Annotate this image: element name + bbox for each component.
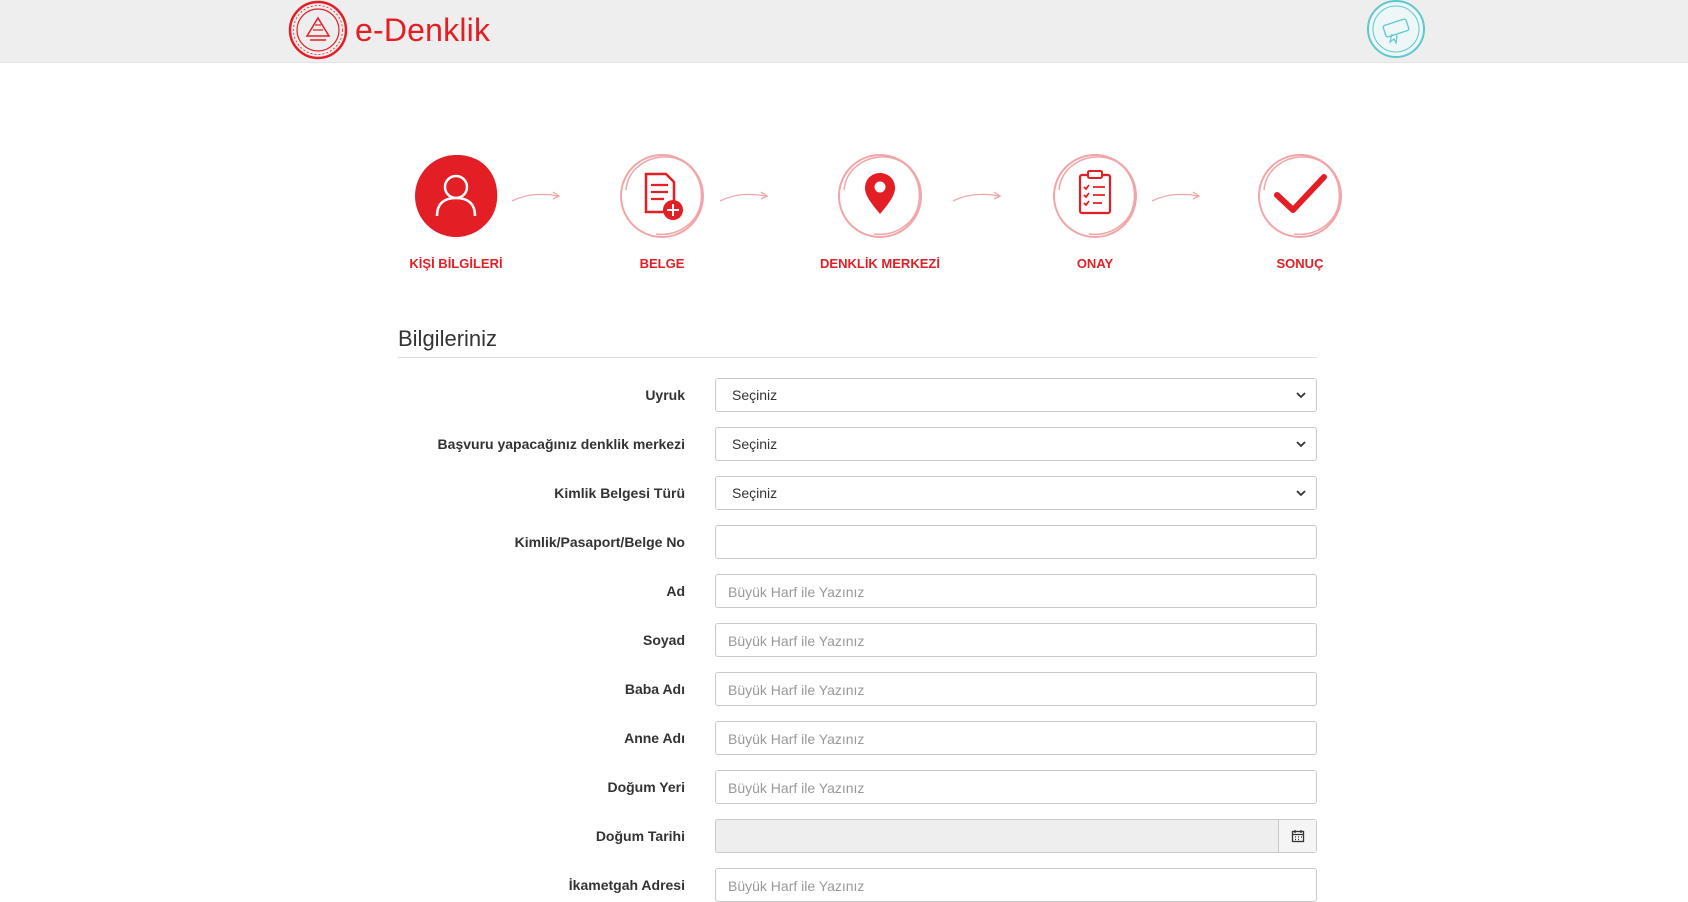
- ikametgah-label: İkametgah Adresi: [568, 877, 685, 893]
- anne-adi-row: Anne Adı Büyük Harf ile Yazınız: [398, 721, 1318, 755]
- step-arrow-icon: [952, 191, 1002, 202]
- ikametgah-row: İkametgah Adresi Büyük Harf ile Yazınız: [398, 868, 1318, 902]
- baba-adi-label: Baba Adı: [624, 681, 685, 697]
- denklik-merkezi-select[interactable]: Seçiniz: [715, 427, 1317, 461]
- form-title: Bilgileriniz: [398, 326, 498, 351]
- dogum-tarihi-input[interactable]: [715, 819, 1317, 853]
- step-sonuc[interactable]: SONUÇ: [1220, 150, 1380, 271]
- dogum-tarihi-label: Doğum Tarihi: [595, 828, 685, 844]
- document-add-icon: [644, 172, 683, 220]
- ad-input[interactable]: Büyük Harf ile Yazınız: [715, 574, 1317, 608]
- ikametgah-input[interactable]: Büyük Harf ile Yazınız: [715, 868, 1317, 902]
- brand-logo[interactable]: e-Denklik: [287, 0, 490, 60]
- soyad-input[interactable]: Büyük Harf ile Yazınız: [715, 623, 1317, 657]
- uyruk-selected-value: Seçiniz: [732, 387, 778, 403]
- chevron-down-icon: [1296, 392, 1306, 399]
- form-title-divider: [398, 357, 1317, 358]
- kimlik-turu-label: Kimlik Belgesi Türü: [554, 485, 685, 501]
- brand-title: e-Denklik: [355, 11, 491, 48]
- step-belge[interactable]: BELGE: [582, 150, 742, 271]
- uyruk-select[interactable]: Seçiniz: [715, 378, 1317, 412]
- location-pin-icon: [865, 173, 895, 214]
- kimlik-no-input[interactable]: [715, 525, 1317, 559]
- soyad-placeholder: Büyük Harf ile Yazınız: [728, 633, 865, 649]
- dogum-tarihi-row: Doğum Tarihi: [398, 819, 1318, 853]
- datepicker-button[interactable]: [1278, 820, 1316, 852]
- anne-adi-label: Anne Adı: [624, 730, 685, 746]
- dogum-yeri-row: Doğum Yeri Büyük Harf ile Yazınız: [398, 770, 1318, 804]
- kimlik-no-label: Kimlik/Pasaport/Belge No: [514, 534, 685, 550]
- step-label: DENKLİK MERKEZİ: [820, 256, 940, 271]
- ikametgah-placeholder: Büyük Harf ile Yazınız: [728, 878, 865, 894]
- ad-label: Ad: [666, 583, 685, 599]
- dogum-yeri-placeholder: Büyük Harf ile Yazınız: [728, 780, 865, 796]
- dogum-yeri-input[interactable]: Büyük Harf ile Yazınız: [715, 770, 1317, 804]
- checkmark-icon: [1274, 174, 1327, 213]
- merkez-selected-value: Seçiniz: [732, 436, 778, 452]
- step-label: ONAY: [1076, 256, 1114, 271]
- baba-adi-input[interactable]: Büyük Harf ile Yazınız: [715, 672, 1317, 706]
- kimlik-turu-row: Kimlik Belgesi Türü Seçiniz: [398, 476, 1318, 510]
- step-onay[interactable]: ONAY: [1015, 150, 1175, 271]
- clipboard-checklist-icon: [1078, 170, 1112, 215]
- step-kisi-bilgileri[interactable]: KİŞİ BİLGİLERİ: [376, 150, 536, 271]
- baba-adi-row: Baba Adı Büyük Harf ile Yazınız: [398, 672, 1318, 706]
- ad-row: Ad Büyük Harf ile Yazınız: [398, 574, 1318, 608]
- kimlik-turu-select[interactable]: Seçiniz: [715, 476, 1317, 510]
- user-icon: [435, 174, 477, 217]
- ministry-seal-icon: [288, 0, 348, 60]
- step-label: KİŞİ BİLGİLERİ: [409, 256, 503, 271]
- chevron-down-icon: [1296, 490, 1306, 497]
- step-arrow-icon: [719, 191, 769, 202]
- uyruk-row: Uyruk Seçiniz: [398, 378, 1318, 412]
- anne-adi-placeholder: Büyük Harf ile Yazınız: [728, 731, 865, 747]
- diploma-seal-icon: [1367, 0, 1425, 58]
- ad-placeholder: Büyük Harf ile Yazınız: [728, 584, 865, 600]
- edenklik-seal: [1365, 0, 1427, 65]
- chevron-down-icon: [1296, 441, 1306, 448]
- step-label: SONUÇ: [1276, 256, 1324, 271]
- baba-adi-placeholder: Büyük Harf ile Yazınız: [728, 682, 865, 698]
- uyruk-label: Uyruk: [645, 387, 685, 403]
- kimlik-turu-selected-value: Seçiniz: [732, 485, 778, 501]
- header-bar: e-Denklik: [0, 0, 1688, 63]
- step-arrow-icon: [511, 191, 561, 202]
- merkez-label: Başvuru yapacağınız denklik merkezi: [437, 436, 685, 452]
- soyad-row: Soyad Büyük Harf ile Yazınız: [398, 623, 1318, 657]
- merkez-row: Başvuru yapacağınız denklik merkezi Seçi…: [398, 427, 1318, 461]
- step-arrow-icon: [1151, 191, 1201, 202]
- soyad-label: Soyad: [642, 632, 685, 648]
- calendar-icon: [1291, 830, 1304, 843]
- anne-adi-input[interactable]: Büyük Harf ile Yazınız: [715, 721, 1317, 755]
- dogum-yeri-label: Doğum Yeri: [607, 779, 685, 795]
- step-denklik-merkezi[interactable]: DENKLİK MERKEZİ: [800, 150, 960, 271]
- kimlik-no-row: Kimlik/Pasaport/Belge No: [398, 525, 1318, 559]
- step-label: BELGE: [639, 256, 685, 271]
- wizard-steps: KİŞİ BİLGİLERİ BELGE DENKLİK MERKEZİ ONA…: [0, 150, 1688, 280]
